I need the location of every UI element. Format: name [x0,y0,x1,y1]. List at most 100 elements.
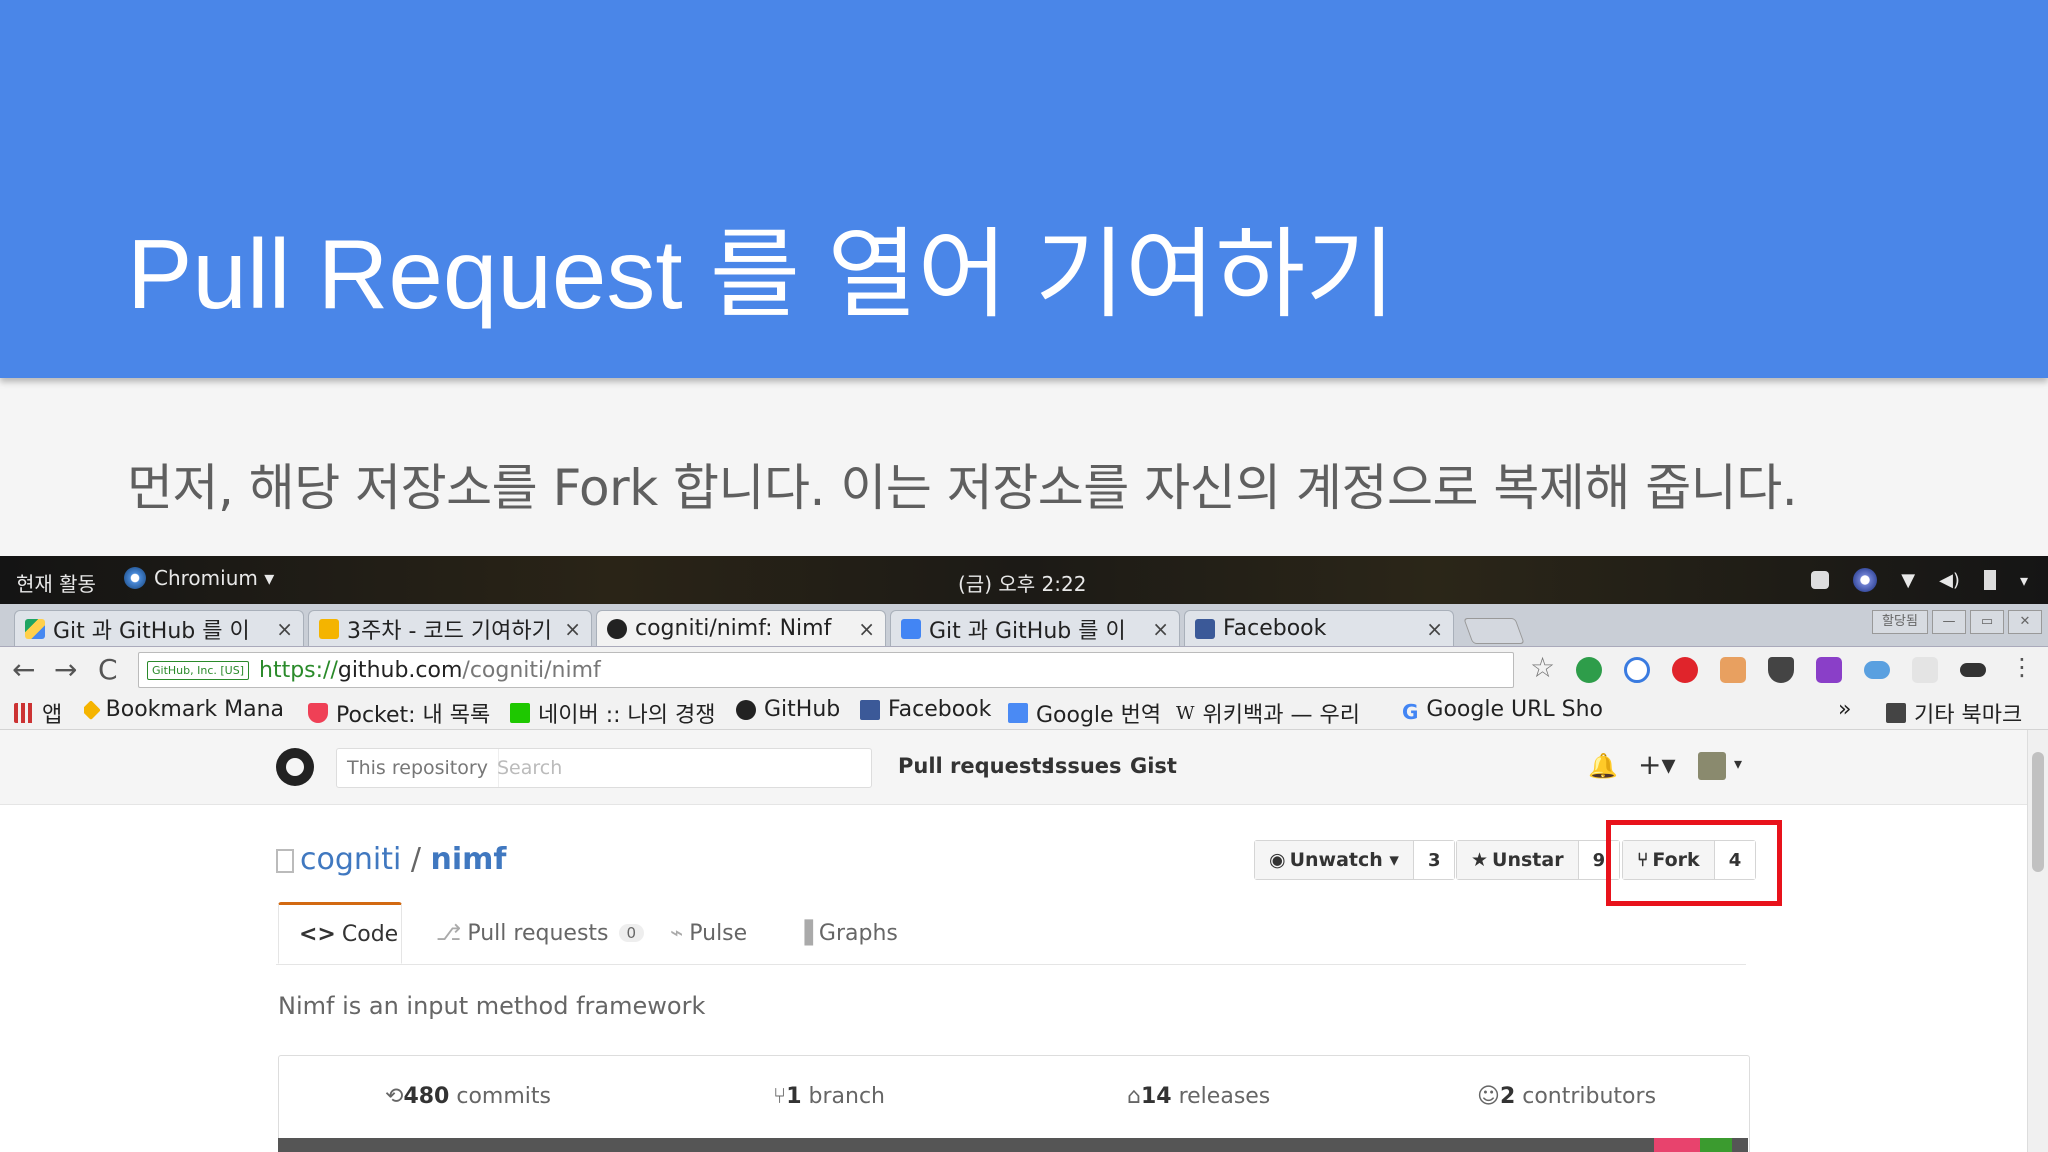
page-scrollbar[interactable] [2027,730,2048,1152]
wifi-icon[interactable]: ▼ [1901,570,1915,591]
tab-git-github-2[interactable]: Git 과 GitHub 를 이 × [890,610,1180,646]
incognito-icon[interactable] [1960,663,1986,677]
extension-sync-icon[interactable] [1624,657,1650,683]
create-new-menu[interactable]: +▾ [1638,748,1676,781]
bookmark-google-translate[interactable]: Google 번역 [1008,697,1161,729]
google-drive-icon [25,618,45,639]
watchers-count[interactable]: 3 [1413,841,1455,879]
nav-pull-requests[interactable]: Pull requests [898,754,1054,778]
star-icon [84,699,101,720]
repo-owner-link[interactable]: cogniti [300,842,401,877]
clock[interactable]: (금) 오후 2:22 [958,568,1086,597]
pocket-icon[interactable] [1768,657,1794,683]
scrollbar-thumb[interactable] [2032,752,2044,872]
tab-pull-requests[interactable]: ⎇ Pull requests 0 [416,902,664,964]
stat-releases[interactable]: ⌂14 releases [1127,1084,1270,1109]
browser-toolbar: ← → C GitHub, Inc. [US] https:// github.… [0,647,2048,691]
bookmark-star-icon[interactable]: ☆ [1530,651,1555,684]
profile-button[interactable]: 할당됨 [1872,610,1928,634]
close-icon[interactable]: × [276,617,293,641]
notification-bell-icon[interactable]: 🔔 [1588,752,1618,780]
close-icon[interactable]: × [564,617,581,641]
github-logo-icon[interactable] [276,748,314,786]
repo-separator: / [401,842,431,877]
tab-graphs[interactable]: ▐ Graphs [776,902,918,964]
bookmark-pocket[interactable]: Pocket: 내 목록 [308,697,490,729]
stat-commits[interactable]: ⟲480 commits [385,1084,551,1109]
tab-code[interactable]: <> Code [278,902,402,964]
extension-orange-icon[interactable] [1720,657,1746,683]
bookmarks-overflow[interactable]: » [1838,697,1851,722]
language-segment[interactable] [1654,1138,1700,1152]
tab-facebook[interactable]: Facebook × [1184,610,1454,646]
minimize-button[interactable]: — [1932,610,1966,634]
bookmark-manager[interactable]: Bookmark Mana [84,697,284,722]
repo-name-link[interactable]: nimf [431,842,507,877]
bookmark-label: Google URL Sho [1426,697,1604,722]
forward-button[interactable]: → [54,653,77,686]
wikipedia-icon: W [1176,703,1195,724]
repo-icon [276,848,294,873]
bookmark-label: Google 번역 [1036,703,1162,728]
translate-icon [1008,703,1028,723]
unstar-button[interactable]: ★ Unstar [1457,841,1579,879]
bookmark-github[interactable]: GitHub [736,697,840,722]
bookmark-facebook[interactable]: Facebook [860,697,991,722]
folder-icon [1886,703,1906,723]
chevron-down-icon[interactable]: ▾ [2020,571,2028,590]
extension-purple-icon[interactable] [1816,657,1842,683]
bookmark-apps[interactable]: 앱 [14,697,62,729]
volume-icon[interactable]: ◀) [1939,570,1960,591]
tab-nimf[interactable]: cogniti/nimf: Nimf × [596,610,886,646]
tab-label: Graphs [818,920,898,946]
extension-red-icon[interactable] [1672,657,1698,683]
stat-branches[interactable]: ⑂1 branch [773,1084,885,1109]
system-tray[interactable]: ▼ ◀) ▾ [1811,568,2028,592]
window-controls: 할당됨 — ▭ ✕ [1872,610,2042,634]
stat-contributors[interactable]: ☺2 contributors [1477,1084,1656,1109]
chromium-tray-icon[interactable] [1853,568,1878,592]
extension-dots-icon[interactable] [1912,657,1938,683]
extension-green-icon[interactable] [1576,657,1602,683]
bookmark-google-url[interactable]: G Google URL Sho [1402,697,1603,722]
address-bar[interactable]: GitHub, Inc. [US] https:// github.com /c… [138,652,1514,688]
tab-label: Code [341,921,399,947]
stat-label: releases [1171,1084,1271,1109]
bookmark-naver[interactable]: 네이버 :: 나의 경쟁 [510,697,715,729]
chromium-icon [124,567,146,589]
unwatch-button[interactable]: ◉ Unwatch ▾ [1255,841,1414,879]
reload-button[interactable]: C [98,653,118,686]
close-icon[interactable]: × [1152,617,1169,641]
avatar-dropdown-icon[interactable]: ▾ [1734,754,1742,773]
record-icon[interactable] [1811,571,1830,589]
tab-week3[interactable]: 3주차 - 코드 기여하기 × [308,610,592,646]
activities-button[interactable]: 현재 활동 [16,568,96,597]
tab-label: Pulse [689,920,748,946]
menu-icon[interactable]: ⋮ [2010,653,2034,681]
close-icon[interactable]: × [1426,617,1443,641]
slide-title: Pull Request 를 열어 기여하기 [127,219,1396,329]
language-bar[interactable] [278,1138,1748,1152]
nav-gist[interactable]: Gist [1130,754,1177,778]
bookmarks-bar: 앱 Bookmark Mana Pocket: 내 목록 네이버 :: 나의 경… [0,691,2048,730]
bookmark-other[interactable]: 기타 북마크 [1886,697,2022,729]
nav-issues[interactable]: Issues [1047,754,1122,778]
bookmark-label: Facebook [888,697,992,722]
app-menu[interactable]: Chromium ▾ [124,566,274,590]
back-button[interactable]: ← [12,653,35,686]
search-input[interactable]: This repository Search [336,748,872,788]
new-tab-button[interactable] [1463,618,1525,644]
battery-icon[interactable] [1983,570,1996,590]
tab-git-github-1[interactable]: Git 과 GitHub 를 이 × [14,610,304,646]
tab-pulse[interactable]: ⌁ Pulse [650,902,767,964]
language-segment[interactable] [1700,1138,1732,1152]
close-window-button[interactable]: ✕ [2008,610,2042,634]
close-icon[interactable]: × [858,617,875,641]
cloud-icon[interactable] [1864,661,1890,679]
secure-badge[interactable]: GitHub, Inc. [US] [147,660,249,680]
maximize-button[interactable]: ▭ [1970,610,2004,634]
fork-highlight-box [1606,820,1782,906]
bookmark-wikipedia[interactable]: W 위키백과 — 우리 [1176,697,1360,729]
tag-icon: ⌂ [1127,1084,1141,1109]
avatar[interactable] [1698,752,1726,780]
